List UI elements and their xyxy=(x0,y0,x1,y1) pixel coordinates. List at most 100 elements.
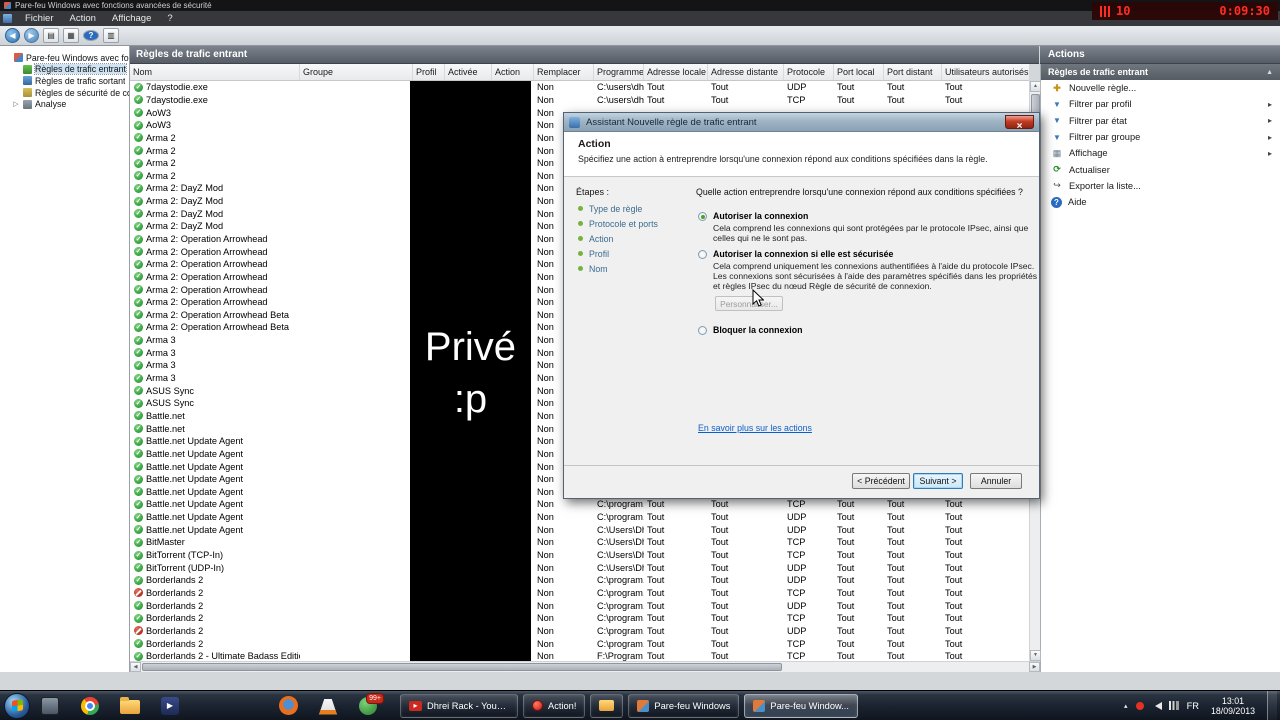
wizard-titlebar[interactable]: Assistant Nouvelle règle de trafic entra… xyxy=(564,113,1039,132)
table-row[interactable]: 7daystodie.exeNonC:\users\dhr...ToutTout… xyxy=(130,94,1029,107)
table-row[interactable]: Borderlands 2NonC:\program...ToutToutUDP… xyxy=(130,625,1029,638)
help-icon[interactable]: ? xyxy=(83,30,99,41)
network-tray-icon[interactable] xyxy=(1168,701,1179,710)
action-item-filtrer-par-profil[interactable]: ▼ Filtrer par profil ▸ xyxy=(1041,96,1280,112)
column-header-adresse-locale[interactable]: Adresse locale xyxy=(644,64,708,80)
column-header-protocole[interactable]: Protocole xyxy=(784,64,834,80)
column-header-remplacer[interactable]: Remplacer xyxy=(534,64,594,80)
collapse-arrow-icon[interactable]: ▲ xyxy=(1266,69,1273,76)
radio-autoriser-la-connexion[interactable] xyxy=(698,212,707,221)
expander-icon[interactable]: ▷ xyxy=(12,100,20,108)
column-header-programme[interactable]: Programme xyxy=(594,64,644,80)
column-header-groupe[interactable]: Groupe xyxy=(300,64,413,80)
tree-item-r-gles-de-s-curit-de-conne[interactable]: Règles de sécurité de conne xyxy=(0,87,129,99)
next-button[interactable]: Suivant > xyxy=(913,473,963,489)
cell-programme: C:\program... xyxy=(597,600,644,611)
menu-fichier[interactable]: Fichier xyxy=(17,13,62,24)
action-item-aide[interactable]: ? Aide xyxy=(1041,194,1280,210)
radio-bloquer-la-connexion[interactable] xyxy=(698,325,707,335)
tree-item-analyse[interactable]: ▷ Analyse xyxy=(0,98,129,110)
menu-item[interactable]: ? xyxy=(159,13,180,24)
action-item-nouvelle-r-gle[interactable]: ✚ Nouvelle règle... xyxy=(1041,80,1280,96)
table-row[interactable]: Borderlands 2NonC:\program...ToutToutTCP… xyxy=(130,612,1029,625)
cell-programme: C:\users\dhr... xyxy=(597,94,644,105)
taskbar-button-pare-feu-windows[interactable]: Pare-feu Windows xyxy=(628,693,740,718)
allowed-rule-icon xyxy=(134,474,143,484)
actions-context-header[interactable]: Règles de trafic entrant ▲ xyxy=(1041,64,1280,80)
tree-item-r-gles-de-trafic-sortant[interactable]: Règles de trafic sortant xyxy=(0,75,129,87)
customize-button[interactable]: Personnaliser... xyxy=(715,296,783,312)
column-header-port-distant[interactable]: Port distant xyxy=(884,64,942,80)
wizard-option-autoriser-la-connexion: Autoriser la connexion Cela comprend les … xyxy=(696,211,1036,244)
table-row[interactable]: Borderlands 2NonC:\program...ToutToutTCP… xyxy=(130,637,1029,650)
taskbar-firefox-icon[interactable] xyxy=(276,693,300,719)
column-header-adresse-distante[interactable]: Adresse distante xyxy=(708,64,784,80)
taskbar-button-pare-feu-window[interactable]: Pare-feu Window... xyxy=(744,693,858,718)
action-item-exporter-la-liste[interactable]: ↪ Exporter la liste... xyxy=(1041,178,1280,194)
cell-adresse-locale: Tout xyxy=(647,575,665,586)
back-icon[interactable]: ◀ xyxy=(5,28,20,43)
taskbar-torrent-icon[interactable]: 99+ xyxy=(356,692,384,719)
taskbar-chrome-icon[interactable] xyxy=(78,693,102,719)
menu-action[interactable]: Action xyxy=(62,13,104,24)
table-row[interactable]: Borderlands 2NonC:\program...ToutToutTCP… xyxy=(130,587,1029,600)
radio-autoriser-la-connexion-si-elle-est-s-curis-e[interactable] xyxy=(698,249,707,259)
scroll-up-icon[interactable] xyxy=(1030,81,1041,92)
show-desktop-button[interactable] xyxy=(1267,690,1277,720)
option-label[interactable]: Autoriser la connexion si elle est sécur… xyxy=(713,249,1043,260)
column-header-nom[interactable]: Nom xyxy=(130,64,300,80)
taskbar-explorer-icon[interactable] xyxy=(118,693,142,719)
rule-name-cell: Arma 3 xyxy=(130,373,300,383)
scroll-left-icon[interactable] xyxy=(130,662,141,672)
table-row[interactable]: Battle.net Update Agent Non C:\Users\Dh...… xyxy=(130,523,1029,536)
table-row[interactable]: Borderlands 2NonC:\program...ToutToutUDP… xyxy=(130,599,1029,612)
taskbar-media-player-icon[interactable] xyxy=(158,693,182,719)
scroll-right-icon[interactable] xyxy=(1029,662,1040,672)
column-header-utilisateurs-autoris-s[interactable]: Utilisateurs autorisés xyxy=(942,64,1029,80)
taskbar-button-dhrei-rack-yout[interactable]: Dhrei Rack - YouT... xyxy=(400,693,518,718)
taskbar-clock[interactable]: 13:01 18/09/2013 xyxy=(1211,696,1255,716)
action-item-affichage[interactable]: ▦ Affichage ▸ xyxy=(1041,145,1280,161)
horizontal-scroll-thumb[interactable] xyxy=(142,663,782,671)
table-row[interactable]: Borderlands 2NonC:\program...ToutToutUDP… xyxy=(130,574,1029,587)
column-header-profil[interactable]: Profil xyxy=(413,64,445,80)
scroll-down-icon[interactable] xyxy=(1030,650,1041,661)
column-header-activ-e[interactable]: Activée xyxy=(445,64,492,80)
column-header-action[interactable]: Action xyxy=(492,64,534,80)
table-row[interactable]: 7daystodie.exeNonC:\users\dhr...ToutTout… xyxy=(130,81,1029,94)
table-row[interactable]: BitTorrent (UDP-In)NonC:\Users\Dh...Tout… xyxy=(130,561,1029,574)
export-list-icon[interactable]: ▦ xyxy=(63,28,79,43)
language-indicator[interactable]: FR xyxy=(1187,701,1199,711)
option-label[interactable]: Bloquer la connexion xyxy=(713,325,802,336)
action-item-filtrer-par-groupe[interactable]: ▼ Filtrer par groupe ▸ xyxy=(1041,129,1280,145)
back-button[interactable]: < Précédent xyxy=(852,473,910,489)
learn-more-link[interactable]: En savoir plus sur les actions xyxy=(698,423,812,433)
volume-tray-icon[interactable] xyxy=(1151,701,1162,710)
table-row[interactable]: Battle.net Update AgentNonC:\program...T… xyxy=(130,511,1029,524)
column-header-port-local[interactable]: Port local xyxy=(834,64,884,80)
cancel-button[interactable]: Annuler xyxy=(970,473,1022,489)
rule-name-cell: ASUS Sync xyxy=(130,398,300,408)
close-icon[interactable] xyxy=(1005,115,1034,129)
show-action-pane-icon[interactable]: ▥ xyxy=(103,28,119,43)
show-console-tree-icon[interactable]: ▤ xyxy=(43,28,59,43)
horizontal-scrollbar[interactable] xyxy=(130,661,1040,672)
table-row[interactable]: BitTorrent (TCP-In)NonC:\Users\Dh...Tout… xyxy=(130,549,1029,562)
taskbar-button-action[interactable]: Action! xyxy=(523,693,586,718)
menu-affichage[interactable]: Affichage xyxy=(104,13,159,24)
action-tray-icon[interactable] xyxy=(1135,701,1144,710)
option-label[interactable]: Autoriser la connexion xyxy=(713,211,1043,222)
tree-item-pare-feu-windows-avec-fonctio[interactable]: Pare-feu Windows avec fonctio xyxy=(0,52,129,64)
start-button[interactable] xyxy=(4,692,30,719)
table-row[interactable]: Battle.net Update AgentNonC:\program...T… xyxy=(130,498,1029,511)
show-hidden-icons-button[interactable] xyxy=(1124,702,1128,710)
tree-item-r-gles-de-trafic-entrant[interactable]: Règles de trafic entrant xyxy=(0,63,129,76)
taskbar-app-icon-1[interactable] xyxy=(38,693,62,719)
action-item-filtrer-par-tat[interactable]: ▼ Filtrer par état ▸ xyxy=(1041,113,1280,129)
table-row[interactable]: Borderlands 2 - Ultimate Badass Edition N… xyxy=(130,650,1029,661)
table-row[interactable]: BitMasterNonC:\Users\Dh...ToutToutTCPTou… xyxy=(130,536,1029,549)
forward-icon[interactable]: ▶ xyxy=(24,28,39,43)
taskbar-vlc-icon[interactable] xyxy=(316,693,340,719)
taskbar-button-explorer[interactable] xyxy=(590,693,624,718)
action-item-actualiser[interactable]: ⟳ Actualiser xyxy=(1041,161,1280,177)
